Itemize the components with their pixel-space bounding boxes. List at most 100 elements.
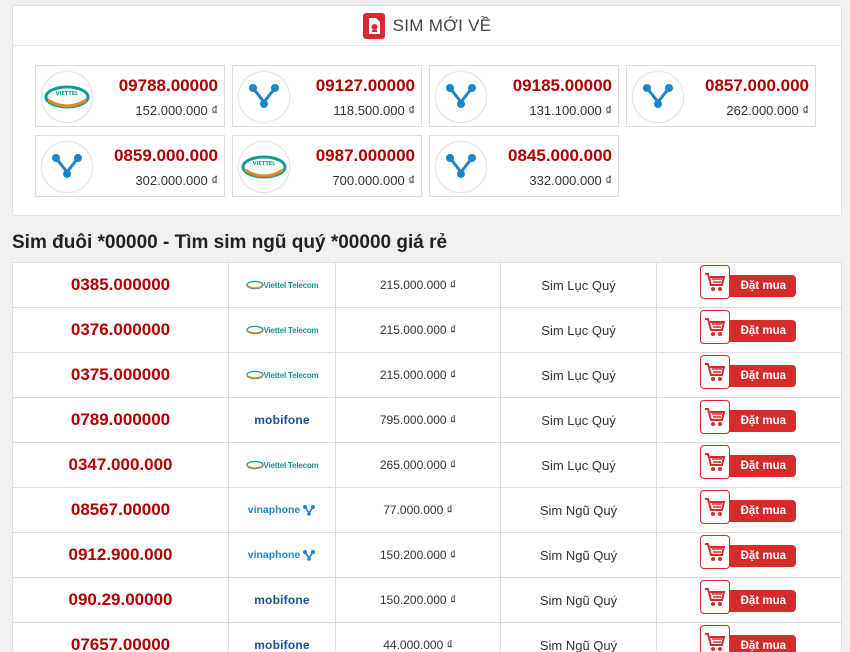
- buy-button[interactable]: Đặt mua: [700, 310, 796, 344]
- new-sim-price: 118.500.000 ₫: [333, 103, 415, 118]
- sim-type: Sim Ngũ Quý: [501, 623, 657, 652]
- new-sim-number[interactable]: 09127.00000: [316, 76, 415, 96]
- new-sims-header: SIM MỚI VỀ: [13, 6, 841, 46]
- table-row: 0375.000000 Viettel Telecom 215.000.000 ₫ S…: [13, 353, 841, 398]
- buy-cell: Đặt mua: [657, 533, 841, 577]
- new-sim-card[interactable]: 09127.00000 118.500.000 ₫: [232, 65, 422, 127]
- cart-icon: [700, 400, 730, 434]
- table-row: 08567.00000 vinaphone 77.000.000 ₫ Sim Ngũ …: [13, 488, 841, 533]
- new-sim-price: 700.000.000 ₫: [332, 173, 415, 188]
- buy-cell: Đặt mua: [657, 263, 841, 307]
- sim-price: 795.000.000 ₫: [336, 398, 501, 442]
- sim-price: 265.000.000 ₫: [336, 443, 501, 487]
- new-sim-price: 262.000.000 ₫: [726, 103, 809, 118]
- viettel-logo-icon: Viettel Telecom: [245, 280, 319, 290]
- viettel-logo-icon: Viettel Telecom: [245, 460, 319, 470]
- new-sim-number[interactable]: 0845.000.000: [508, 146, 612, 166]
- table-row: 0376.000000 Viettel Telecom 215.000.000 ₫ S…: [13, 308, 841, 353]
- sim-number[interactable]: 0912.900.000: [13, 533, 229, 577]
- network-cell: Viettel Telecom: [229, 353, 336, 397]
- new-sim-price: 332.000.000 ₫: [529, 173, 612, 188]
- cart-icon: [700, 310, 730, 344]
- new-sim-number[interactable]: 0987.000000: [316, 146, 415, 166]
- sim-number[interactable]: 0789.000000: [13, 398, 229, 442]
- network-label: mobifone: [254, 638, 310, 652]
- buy-button[interactable]: Đặt mua: [700, 445, 796, 479]
- sim-number[interactable]: 0376.000000: [13, 308, 229, 352]
- vinaphone-logo-icon: vinaphone: [248, 504, 317, 516]
- buy-button-label: Đặt mua: [740, 280, 786, 292]
- cart-icon: [700, 490, 730, 524]
- new-sims-title: SIM MỚI VỀ: [392, 15, 492, 35]
- sim-type: Sim Ngũ Quý: [501, 488, 657, 532]
- new-sim-number[interactable]: 0859.000.000: [114, 146, 218, 166]
- buy-cell: Đặt mua: [657, 623, 841, 652]
- network-cell: vinaphone: [229, 488, 336, 532]
- table-row: 0385.000000 Viettel Telecom 215.000.000 ₫ S…: [13, 263, 841, 308]
- sim-number[interactable]: 08567.00000: [13, 488, 229, 532]
- buy-cell: Đặt mua: [657, 488, 841, 532]
- sim-type: Sim Lục Quý: [501, 398, 657, 442]
- sim-number[interactable]: 07657.00000: [13, 623, 229, 652]
- section-title: Sim đuôi *00000 - Tìm sim ngũ quý *00000…: [12, 232, 448, 253]
- new-sim-price: 152.000.000 ₫: [135, 103, 218, 118]
- buy-cell: Đặt mua: [657, 398, 841, 442]
- sim-type: Sim Ngũ Quý: [501, 578, 657, 622]
- network-label: Viettel Telecom: [263, 325, 319, 335]
- buy-button[interactable]: Đặt mua: [700, 535, 796, 569]
- table-row: 0347.000.000 Viettel Telecom 265.000.000 ₫…: [13, 443, 841, 488]
- network-cell: Viettel Telecom: [229, 263, 336, 307]
- new-sim-card[interactable]: VIETTEL 09788.00000 152.000.000 ₫: [35, 65, 225, 127]
- new-sim-card[interactable]: 0845.000.000 332.000.000 ₫: [429, 135, 619, 197]
- sim-price: 150.200.000 ₫: [336, 578, 501, 622]
- sim-number[interactable]: 0385.000000: [13, 263, 229, 307]
- sim-price: 215.000.000 ₫: [336, 353, 501, 397]
- cart-icon: [700, 355, 730, 389]
- buy-button[interactable]: Đặt mua: [700, 355, 796, 389]
- network-cell: vinaphone: [229, 533, 336, 577]
- viettel-logo-icon: Viettel Telecom: [245, 325, 319, 335]
- new-sim-card[interactable]: VIETTEL 0987.000000 700.000.000 ₫: [232, 135, 422, 197]
- buy-button[interactable]: Đặt mua: [700, 490, 796, 524]
- buy-button[interactable]: Đặt mua: [700, 400, 796, 434]
- network-label: mobifone: [254, 413, 310, 427]
- cart-icon: [700, 625, 730, 652]
- buy-button-label: Đặt mua: [740, 460, 786, 472]
- cart-icon: [700, 445, 730, 479]
- sim-number[interactable]: 090.29.00000: [13, 578, 229, 622]
- sim-type: Sim Ngũ Quý: [501, 533, 657, 577]
- new-sim-price: 302.000.000 ₫: [135, 173, 218, 188]
- buy-button-label: Đặt mua: [740, 640, 786, 652]
- new-sim-number[interactable]: 09185.00000: [513, 76, 612, 96]
- new-sim-card[interactable]: 0857.000.000 262.000.000 ₫: [626, 65, 816, 127]
- table-row: 0912.900.000 vinaphone 150.200.000 ₫ Sim Ng…: [13, 533, 841, 578]
- buy-cell: Đặt mua: [657, 443, 841, 487]
- new-sim-number[interactable]: 09788.00000: [119, 76, 218, 96]
- network-cell: Viettel Telecom: [229, 443, 336, 487]
- vinaphone-logo-icon: [435, 141, 487, 193]
- buy-button[interactable]: Đặt mua: [700, 625, 796, 652]
- cart-icon: [700, 580, 730, 614]
- sim-card-icon: [362, 12, 385, 39]
- buy-button-label: Đặt mua: [740, 595, 786, 607]
- new-sim-card[interactable]: 0859.000.000 302.000.000 ₫: [35, 135, 225, 197]
- table-row: 0789.000000 mobifone 795.000.000 ₫ Sim Lục …: [13, 398, 841, 443]
- table-row: 090.29.00000 mobifone 150.200.000 ₫ Sim Ngũ…: [13, 578, 841, 623]
- cart-icon: [700, 535, 730, 569]
- mobifone-logo-icon: mobifone: [254, 638, 310, 652]
- network-cell: Viettel Telecom: [229, 308, 336, 352]
- network-label: Viettel Telecom: [263, 280, 319, 290]
- sim-type: Sim Lục Quý: [501, 308, 657, 352]
- sim-number[interactable]: 0347.000.000: [13, 443, 229, 487]
- new-sims-panel: SIM MỚI VỀ VIETTEL 09788.00000 152.000.000…: [12, 5, 842, 216]
- buy-button[interactable]: Đặt mua: [700, 265, 796, 299]
- network-cell: mobifone: [229, 578, 336, 622]
- buy-button-label: Đặt mua: [740, 325, 786, 337]
- sim-number[interactable]: 0375.000000: [13, 353, 229, 397]
- buy-button[interactable]: Đặt mua: [700, 580, 796, 614]
- new-sim-card[interactable]: 09185.00000 131.100.000 ₫: [429, 65, 619, 127]
- new-sim-number[interactable]: 0857.000.000: [705, 76, 809, 96]
- mobifone-logo-icon: mobifone: [254, 413, 310, 427]
- mobifone-logo-icon: mobifone: [254, 593, 310, 607]
- buy-button-label: Đặt mua: [740, 370, 786, 382]
